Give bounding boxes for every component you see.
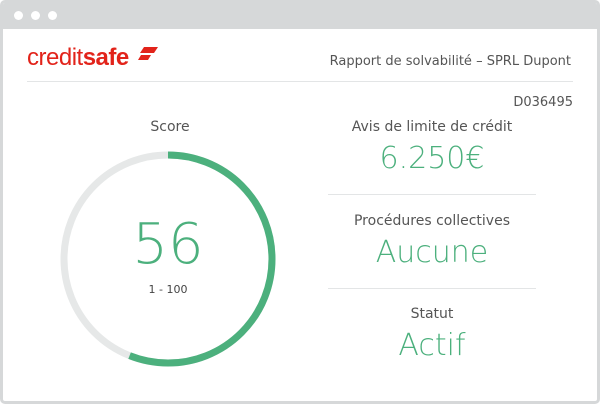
score-value: 56	[132, 212, 204, 277]
logo-text-safe: safe	[82, 44, 130, 71]
credit-limit-label: Avis de limite de crédit	[351, 119, 513, 135]
creditsafe-logo: creditsafe	[27, 44, 129, 72]
collective-procedures-label: Procédures collectives	[353, 213, 510, 229]
window-control-dot[interactable]	[48, 11, 57, 20]
window-control-dot[interactable]	[31, 11, 40, 20]
header-divider	[27, 81, 573, 82]
logo-text-credit: credit	[27, 44, 83, 71]
score-label: Score	[150, 119, 190, 135]
report-reference: D036495	[513, 95, 573, 110]
status-value: Actif	[398, 328, 466, 363]
status-label: Statut	[410, 306, 454, 322]
status-block: Statut Actif	[328, 306, 536, 363]
details-divider	[328, 288, 536, 289]
details-divider	[328, 194, 536, 195]
score-range: 1 - 100	[148, 283, 188, 296]
collective-procedures-value: Aucune	[375, 235, 489, 270]
report-title: Rapport de solvabilité – SPRL Dupont	[329, 54, 571, 69]
window-control-dot[interactable]	[14, 11, 23, 20]
window-titlebar	[3, 3, 597, 29]
logo-flag-icon	[138, 47, 158, 60]
credit-limit-block: Avis de limite de crédit 6.250€	[328, 119, 536, 176]
collective-procedures-block: Procédures collectives Aucune	[328, 213, 536, 270]
credit-limit-value: 6.250€	[379, 141, 485, 176]
browser-window: creditsafe Rapport de solvabilité – SPRL…	[0, 0, 600, 404]
